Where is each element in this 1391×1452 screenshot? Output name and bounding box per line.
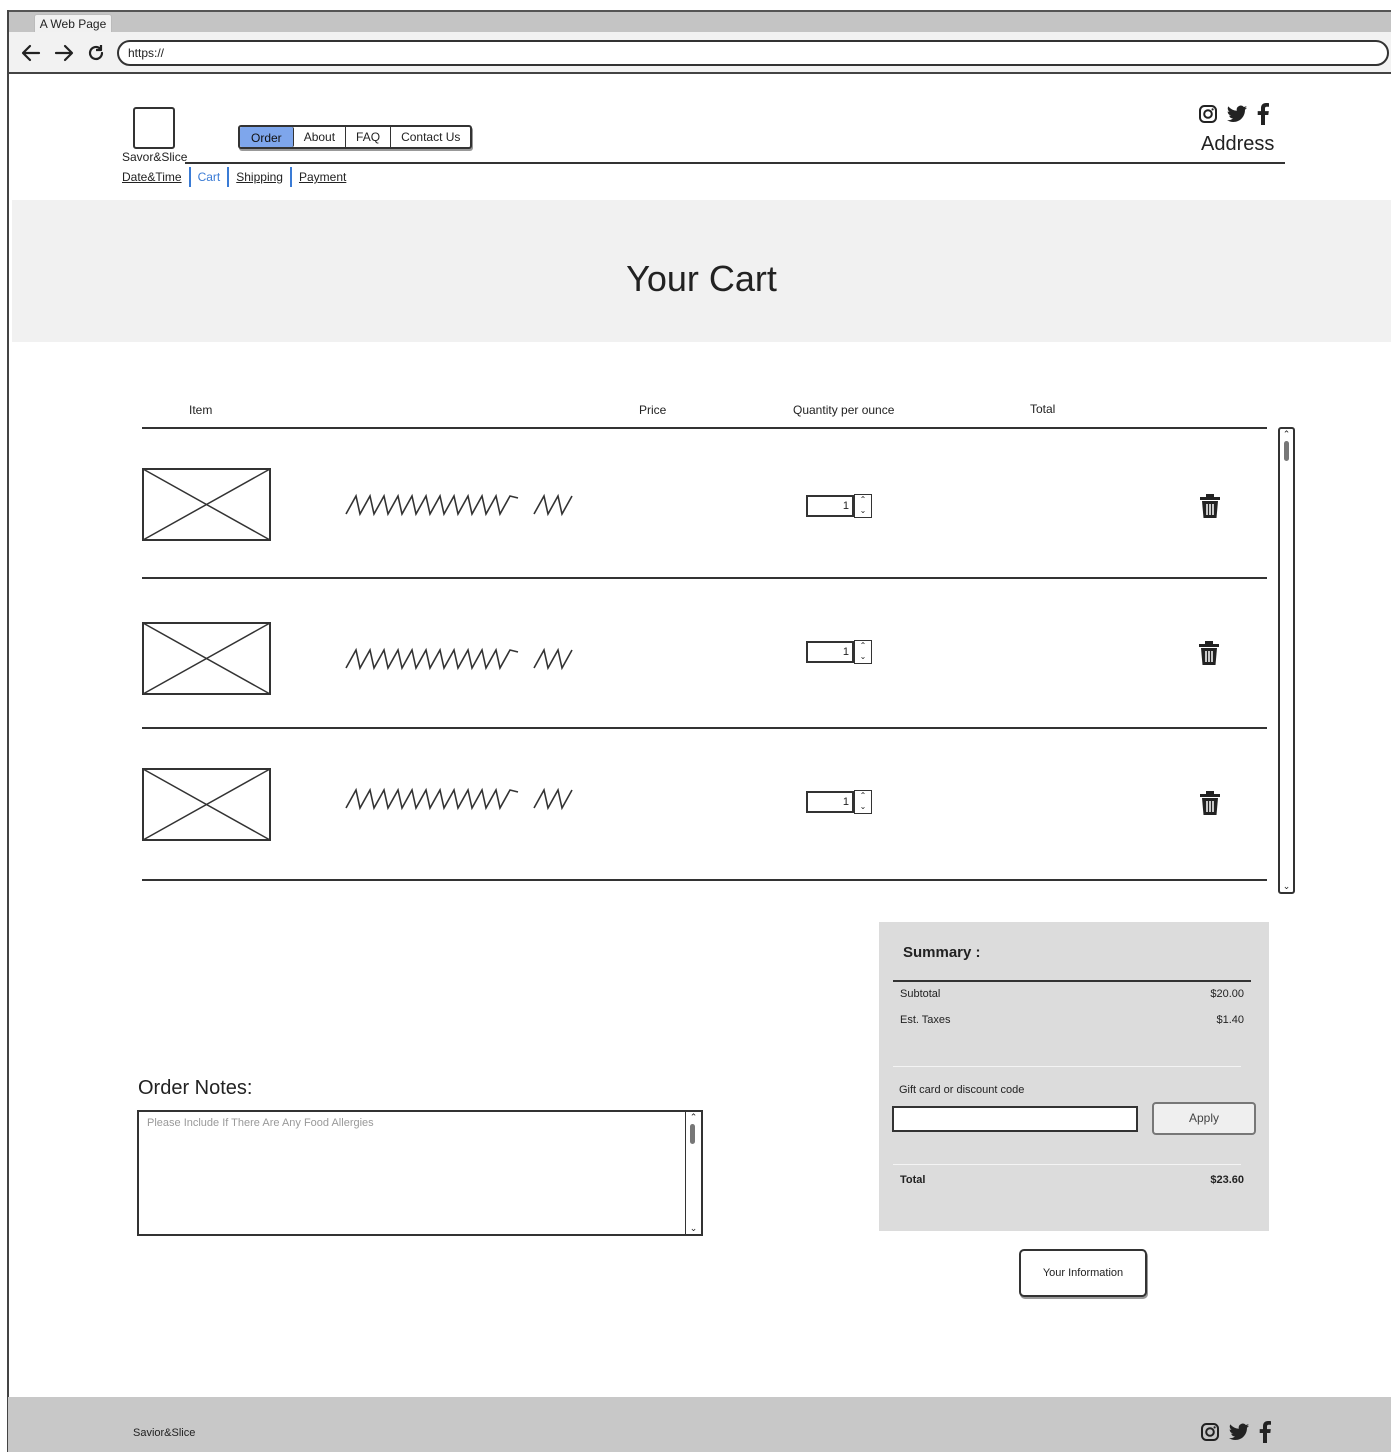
taxes-row: Est. Taxes $1.40 [900,1014,1244,1026]
total-label: Total [900,1174,926,1186]
notes-scrollbar[interactable]: ⌃ ⌄ [685,1112,701,1234]
chevron-down-icon[interactable]: ⌄ [855,652,871,663]
quantity-stepper[interactable]: 1 ⌃ ⌄ [806,640,873,664]
summary-divider [893,1164,1241,1165]
breadcrumb-date-time[interactable]: Date&Time [122,170,189,184]
url-bar[interactable]: https:// [117,40,1389,66]
discount-code-input[interactable] [892,1106,1138,1132]
subtotal-row: Subtotal $20.00 [900,988,1244,1000]
trash-icon[interactable] [1199,791,1221,815]
quantity-value[interactable]: 1 [806,495,854,517]
quantity-value[interactable]: 1 [806,791,854,813]
twitter-icon[interactable] [1226,105,1248,129]
quantity-spinner[interactable]: ⌃ ⌄ [854,494,872,518]
quantity-stepper[interactable]: 1 ⌃ ⌄ [806,494,873,518]
nav-contact-us[interactable]: Contact Us [391,127,470,147]
column-header-quantity: Quantity per ounce [793,403,895,417]
summary-divider [893,1066,1241,1067]
breadcrumb-cart[interactable]: Cart [191,170,228,184]
apply-button[interactable]: Apply [1152,1102,1256,1135]
facebook-icon[interactable] [1258,1421,1272,1448]
product-name-squiggle [345,787,573,811]
product-image-placeholder[interactable] [142,622,271,695]
chevron-up-icon[interactable]: ⌃ [855,495,871,506]
nav-faq[interactable]: FAQ [346,127,392,147]
product-image-placeholder[interactable] [142,768,271,841]
instagram-icon[interactable] [1198,104,1218,129]
column-header-price: Price [639,403,667,417]
total-row: Total $23.60 [900,1174,1244,1186]
order-summary: Summary : Subtotal $20.00 Est. Taxes $1.… [879,922,1269,1231]
table-divider [142,427,1267,429]
twitter-icon[interactable] [1228,1423,1250,1447]
quantity-spinner[interactable]: ⌃ ⌄ [854,790,872,814]
quantity-spinner[interactable]: ⌃ ⌄ [854,640,872,664]
browser-tab[interactable]: A Web Page [34,14,112,34]
scroll-thumb[interactable] [1284,441,1289,461]
brand-name: Savor&Slice [122,150,188,164]
nav-order[interactable]: Order [240,127,294,147]
summary-divider [893,980,1251,982]
forward-icon[interactable] [52,41,76,65]
footer-brand: Savior&Slice [133,1427,196,1439]
scroll-up-icon[interactable]: ⌃ [686,1112,701,1123]
taxes-value: $1.40 [1216,1014,1244,1026]
table-divider [142,577,1267,579]
social-links-footer [1200,1421,1272,1448]
reload-icon[interactable] [84,41,108,65]
your-information-button[interactable]: Your Information [1019,1249,1147,1297]
taxes-label: Est. Taxes [900,1014,951,1026]
subtotal-label: Subtotal [900,988,941,1000]
chevron-down-icon[interactable]: ⌄ [855,802,871,813]
main-nav: Order About FAQ Contact Us [238,125,473,149]
order-notes-placeholder: Please Include If There Are Any Food All… [147,1117,374,1129]
logo[interactable] [133,107,175,149]
chevron-up-icon[interactable]: ⌃ [855,641,871,652]
table-divider [142,879,1267,881]
product-name-squiggle [345,493,573,517]
column-header-item: Item [189,403,213,417]
instagram-icon[interactable] [1200,1422,1220,1447]
page-title: Your Cart [626,258,777,299]
quantity-value[interactable]: 1 [806,641,854,663]
address-link[interactable]: Address [1201,133,1274,156]
scroll-down-icon[interactable]: ⌄ [1280,881,1293,892]
trash-icon[interactable] [1199,494,1221,518]
subtotal-value: $20.00 [1210,988,1244,1000]
discount-code-label: Gift card or discount code [899,1084,1025,1096]
back-icon[interactable] [19,41,43,65]
table-divider [142,727,1267,729]
social-links-header [1198,103,1270,130]
total-value: $23.60 [1210,1174,1244,1186]
scroll-down-icon[interactable]: ⌄ [686,1223,701,1234]
product-image-placeholder[interactable] [142,468,271,541]
hero-banner: Your Cart [12,200,1391,342]
chevron-up-icon[interactable]: ⌃ [855,791,871,802]
footer: Savior&Slice [8,1397,1391,1452]
breadcrumb-payment[interactable]: Payment [292,170,353,184]
quantity-stepper[interactable]: 1 ⌃ ⌄ [806,790,873,814]
column-header-total: Total [1030,402,1056,416]
breadcrumb: Date&Time Cart Shipping Payment [122,166,353,188]
order-notes-textarea[interactable]: Please Include If There Are Any Food All… [137,1110,703,1236]
header-divider [185,162,1285,164]
order-notes-title: Order Notes: [138,1077,253,1099]
summary-title: Summary : [903,944,981,961]
chevron-down-icon[interactable]: ⌄ [855,506,871,517]
nav-about[interactable]: About [294,127,347,147]
product-name-squiggle [345,647,573,671]
facebook-icon[interactable] [1256,103,1270,130]
window-frame [7,10,9,1452]
trash-icon[interactable] [1198,641,1220,665]
cart-scrollbar[interactable]: ⌃ ⌄ [1278,427,1295,894]
browser-tab-strip [8,10,1391,32]
scroll-thumb[interactable] [690,1124,695,1144]
scroll-up-icon[interactable]: ⌃ [1280,429,1293,440]
breadcrumb-shipping[interactable]: Shipping [229,170,290,184]
